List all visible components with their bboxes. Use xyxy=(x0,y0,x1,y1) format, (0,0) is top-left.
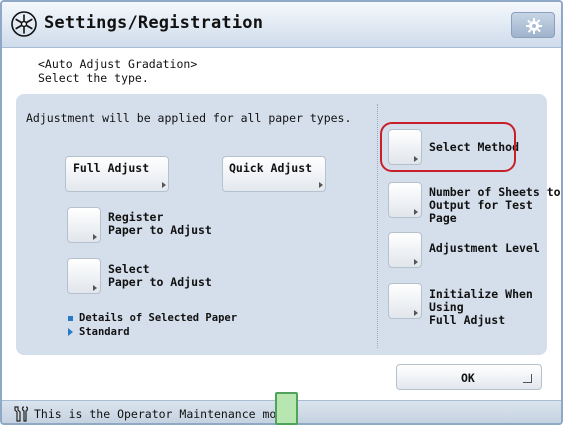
screen-subtitle: <Auto Adjust Gradation> Select the type. xyxy=(38,57,197,85)
settings-registration-icon xyxy=(11,11,37,37)
number-of-sheets-label-line2: Output for Test Page xyxy=(429,198,533,225)
chevron-right-icon xyxy=(414,209,418,215)
details-label: Details of Selected Paper xyxy=(79,312,238,324)
square-bullet-icon xyxy=(68,315,73,321)
adjustment-level-button[interactable] xyxy=(388,232,422,268)
chevron-right-icon xyxy=(93,285,97,291)
app-window: Settings/Registration <Auto Adjust Grada… xyxy=(0,0,563,425)
initialize-label-line2: Full Adjust xyxy=(429,313,506,327)
chevron-right-icon xyxy=(414,259,418,265)
number-of-sheets-label: Number of Sheets to Output for Test Page xyxy=(429,186,561,225)
details-label-row: Details of Selected Paper xyxy=(68,311,237,325)
chevron-right-icon xyxy=(319,182,323,188)
corner-arrow-icon xyxy=(523,374,532,383)
triangle-bullet-icon xyxy=(68,328,73,336)
initialize-full-adjust-label: Initialize When Using Full Adjust xyxy=(429,288,561,327)
subtitle-function: <Auto Adjust Gradation> xyxy=(38,57,198,71)
full-adjust-button[interactable]: Full Adjust xyxy=(65,156,169,192)
header-bar: Settings/Registration xyxy=(2,2,561,48)
panel-divider xyxy=(377,104,378,348)
select-paper-button[interactable] xyxy=(67,258,101,294)
status-text: This is the Operator Maintenance mode. xyxy=(34,407,298,421)
quick-adjust-button[interactable]: Quick Adjust xyxy=(222,156,326,192)
number-of-sheets-button[interactable] xyxy=(388,182,422,218)
select-paper-label: Select Paper to Adjust xyxy=(108,263,212,289)
subtitle-instruction: Select the type. xyxy=(38,71,149,85)
status-indicator xyxy=(275,392,298,425)
panel-note: Adjustment will be applied for all paper… xyxy=(26,111,352,125)
adjustment-level-label: Adjustment Level xyxy=(429,241,540,255)
selection-highlight xyxy=(380,122,516,172)
details-value: Standard xyxy=(79,326,130,338)
register-paper-label: Register Paper to Adjust xyxy=(108,211,212,237)
register-paper-button[interactable] xyxy=(67,207,101,243)
initialize-label-line1: Initialize When Using xyxy=(429,287,533,314)
chevron-right-icon xyxy=(93,234,97,240)
register-paper-label-line2: Paper to Adjust xyxy=(108,223,212,237)
chevron-right-icon xyxy=(162,182,166,188)
select-paper-label-line2: Paper to Adjust xyxy=(108,275,212,289)
details-value-row: Standard xyxy=(68,325,237,339)
full-adjust-label: Full Adjust xyxy=(73,161,150,175)
quick-adjust-label: Quick Adjust xyxy=(229,161,313,175)
ok-label: OK xyxy=(461,371,475,385)
settings-button[interactable] xyxy=(511,12,555,38)
ok-button[interactable]: OK xyxy=(396,364,542,390)
wrench-icon xyxy=(14,406,29,422)
gear-icon xyxy=(526,18,542,34)
chevron-right-icon xyxy=(414,310,418,316)
selected-paper-details: Details of Selected Paper Standard xyxy=(68,311,237,339)
initialize-full-adjust-button[interactable] xyxy=(388,283,422,319)
page-title: Settings/Registration xyxy=(44,13,264,33)
